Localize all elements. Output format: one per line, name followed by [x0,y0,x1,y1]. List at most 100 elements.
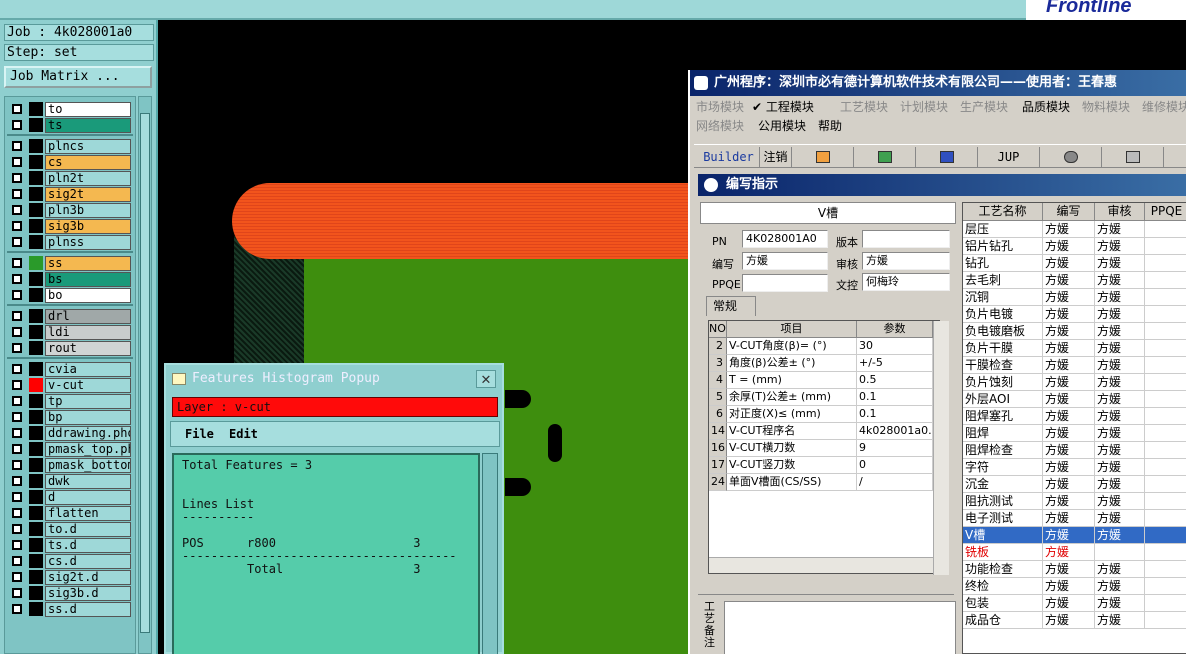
step-table-cell[interactable] [1145,221,1186,238]
grid-cell[interactable]: 16 [709,440,727,457]
layer-checkbox[interactable] [12,157,22,167]
step-table-cell[interactable]: 负片干膜 [963,340,1043,357]
scroll-thumb[interactable] [140,113,150,633]
step-table-cell[interactable]: 方媛 [1095,612,1145,629]
popup-title-bar[interactable]: Features Histogram Popup [166,365,502,393]
layer-checkbox[interactable] [12,311,22,321]
step-table-cell[interactable] [1145,374,1186,391]
layer-row[interactable]: sig3b [7,218,133,234]
layer-row[interactable]: d [7,489,133,505]
step-table-cell[interactable]: 方媛 [1095,357,1145,374]
step-table-cell[interactable]: 层压 [963,221,1043,238]
layer-row[interactable]: flatten [7,505,133,521]
step-table-cell[interactable]: 方媛 [1043,272,1095,289]
layer-name[interactable]: dwk [45,474,131,489]
layer-name[interactable]: rout [45,341,131,356]
grid-cell[interactable]: 14 [709,423,727,440]
step-table-cell[interactable]: 方媛 [1043,391,1095,408]
step-table-cell[interactable] [1145,255,1186,272]
layer-list-scrollbar[interactable] [138,96,152,654]
module-menu-item[interactable]: 帮助 [818,117,842,134]
grid-cell[interactable]: 单面V槽面(CS/SS) [727,474,857,491]
step-table-cell[interactable]: 干膜检查 [963,357,1043,374]
layer-row[interactable]: bp [7,409,133,425]
layer-checkbox[interactable] [12,476,22,486]
layer-row[interactable]: v-cut [7,377,133,393]
step-table-cell[interactable]: 方媛 [1043,289,1095,306]
layer-checkbox[interactable] [12,274,22,284]
layer-name[interactable]: flatten [45,506,131,521]
grid-cell[interactable]: 0.1 [857,389,933,406]
grid-cell[interactable]: 2 [709,338,727,355]
grid-cell[interactable]: T = (mm) [727,372,857,389]
layer-row[interactable]: sig3b.d [7,585,133,601]
layer-row[interactable]: bs [7,271,133,287]
layer-name[interactable]: cvia [45,362,131,377]
grid-cell[interactable]: 3 [709,355,727,372]
layer-name[interactable]: plnss [45,235,131,250]
step-table-cell[interactable] [1145,510,1186,527]
layer-checkbox[interactable] [12,327,22,337]
module-menu-item[interactable]: 生产模块 [960,98,1008,115]
layer-row[interactable]: cs [7,154,133,170]
logout-button[interactable]: 注销 [760,147,792,167]
menu-file[interactable]: File [185,427,214,441]
step-table-cell[interactable]: V槽 [963,527,1043,544]
grid-cell[interactable]: 0.1 [857,406,933,423]
layer-row[interactable]: sig2t [7,186,133,202]
step-table-cell[interactable]: 方媛 [1095,221,1145,238]
step-table-cell[interactable]: 方媛 [1095,306,1145,323]
module-menu-item[interactable]: 计划模块 [900,98,948,115]
layer-row[interactable]: pln2t [7,170,133,186]
layer-row[interactable]: to [7,101,133,117]
grid-cell[interactable]: 余厚(T)公差± (mm) [727,389,857,406]
layer-row[interactable]: dwk [7,473,133,489]
layer-checkbox[interactable] [12,508,22,518]
step-table-cell[interactable]: 方媛 [1043,408,1095,425]
layer-name[interactable]: ss [45,256,131,271]
step-table-cell[interactable]: 方媛 [1043,561,1095,578]
step-table-cell[interactable]: 电子测试 [963,510,1043,527]
step-table-cell[interactable]: 方媛 [1043,476,1095,493]
layer-name[interactable]: ts [45,118,131,133]
layer-checkbox[interactable] [12,588,22,598]
layer-checkbox[interactable] [12,189,22,199]
grid-vertical-scrollbar[interactable] [933,321,949,575]
layer-row[interactable]: tp [7,393,133,409]
step-table-cell[interactable] [1145,459,1186,476]
module-menu-item[interactable]: 品质模块 [1022,98,1070,115]
layer-name[interactable]: sig3b.d [45,586,131,601]
layer-checkbox[interactable] [12,290,22,300]
layer-row[interactable]: rout [7,340,133,356]
view-button[interactable] [1040,147,1102,167]
layer-name[interactable]: pmask_top.ph [45,442,131,457]
layer-checkbox[interactable] [12,412,22,422]
step-table-cell[interactable] [1095,544,1145,561]
step-table-header[interactable]: 编写 [1043,203,1095,221]
app-title-bar[interactable]: 广州程序：深圳市必有德计算机软件技术有限公司——使用者：王春惠 [690,70,1186,96]
step-table-cell[interactable]: 方媛 [1095,340,1145,357]
step-table-cell[interactable]: 方媛 [1095,425,1145,442]
layer-name[interactable]: ts.d [45,538,131,553]
layer-checkbox[interactable] [12,173,22,183]
step-table-cell[interactable]: 沉金 [963,476,1043,493]
step-table-cell[interactable] [1145,306,1186,323]
layer-row[interactable]: pln3b [7,202,133,218]
close-icon[interactable]: ✕ [476,370,496,388]
layer-name[interactable]: drl [45,309,131,324]
layer-name[interactable]: ldi [45,325,131,340]
writer-field[interactable]: 方媛 [742,252,828,270]
step-table-cell[interactable]: 方媛 [1043,527,1095,544]
grid-cell[interactable]: V-CUT竖刀数 [727,457,857,474]
layer-checkbox[interactable] [12,396,22,406]
step-table-cell[interactable]: 阻焊检查 [963,442,1043,459]
builder-button[interactable]: Builder [698,147,760,167]
step-table-cell[interactable]: 钻孔 [963,255,1043,272]
step-table-cell[interactable] [1145,578,1186,595]
review-field[interactable]: 方媛 [862,252,950,270]
step-table-cell[interactable]: 负片蚀刻 [963,374,1043,391]
layer-row[interactable]: cvia [7,361,133,377]
layer-name[interactable]: sig2t.d [45,570,131,585]
step-table-cell[interactable] [1145,561,1186,578]
layer-row[interactable]: ts.d [7,537,133,553]
